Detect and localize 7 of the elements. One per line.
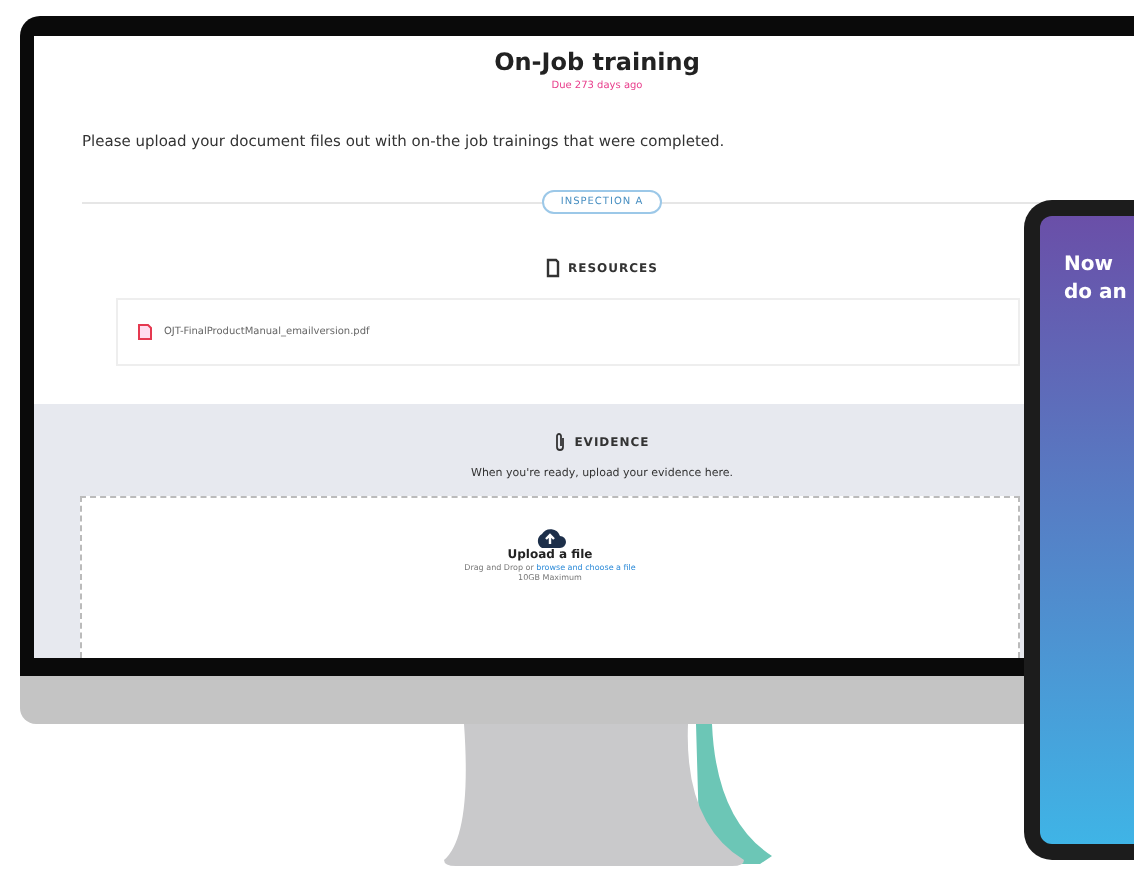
phone-heading-text: Now <box>1064 252 1115 280</box>
pdf-icon <box>138 324 152 340</box>
page-title: On-Job training <box>492 48 702 76</box>
document-icon <box>546 258 561 278</box>
phone-heading-text: do an <box>1064 280 1129 308</box>
cloud-upload-icon <box>534 526 566 548</box>
paperclip-icon <box>554 432 567 452</box>
